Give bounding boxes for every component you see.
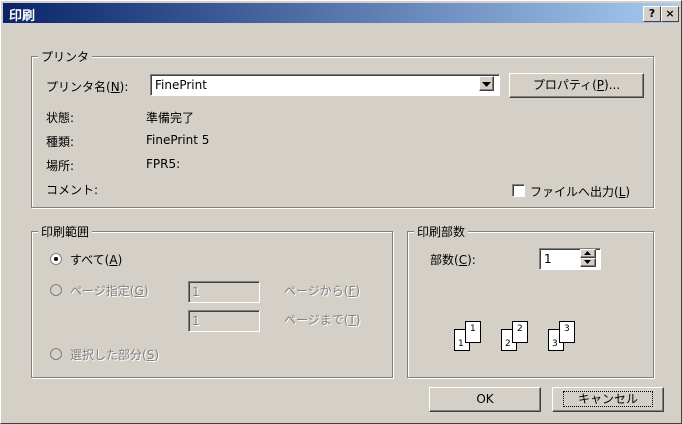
- collate-illustration: 1 1 2 2 3 3: [454, 317, 624, 357]
- spinner-up-button[interactable]: [580, 249, 596, 258]
- collate-page: 2: [512, 321, 528, 343]
- radio-selected-dot: [54, 257, 58, 261]
- collate-page: 1: [465, 321, 481, 343]
- ok-button[interactable]: OK: [429, 387, 541, 412]
- cancel-button[interactable]: キャンセル: [552, 387, 664, 412]
- copies-count-spinner[interactable]: 1: [539, 248, 601, 270]
- cancel-button-label: キャンセル: [562, 391, 653, 407]
- location-label: 場所:: [46, 159, 75, 173]
- properties-button[interactable]: プロパティ(P)...: [509, 73, 644, 98]
- printer-name-value: FinePrint: [155, 78, 207, 92]
- from-page-label: ページから(F): [284, 284, 361, 298]
- type-value: FinePrint 5: [146, 133, 210, 147]
- printer-name-select[interactable]: FinePrint: [150, 74, 500, 96]
- type-label: 種類:: [46, 135, 75, 149]
- printer-dropdown-button[interactable]: [479, 76, 494, 91]
- arrow-down-icon: [584, 260, 591, 264]
- location-value: FPR5:: [146, 157, 181, 171]
- to-page-label: ページまで(T): [284, 313, 361, 327]
- help-button[interactable]: ?: [643, 6, 661, 22]
- range-all-radio[interactable]: [50, 253, 62, 265]
- print-to-file-label[interactable]: ファイルへ出力(L): [530, 183, 630, 200]
- copies-group: 印刷部数 部数(C): 1 1 1 2 2 3 3: [407, 223, 654, 378]
- window-title: 印刷: [9, 9, 36, 24]
- to-page-value: 1: [192, 314, 200, 328]
- range-selection-radio[interactable]: [50, 348, 62, 360]
- copies-count-value: 1: [544, 252, 552, 266]
- copies-count-label: 部数(C):: [430, 253, 476, 267]
- range-all-label[interactable]: すべて(A): [70, 251, 122, 268]
- spinner-down-button[interactable]: [580, 258, 596, 267]
- from-page-value: 1: [192, 285, 200, 299]
- to-page-input[interactable]: 1: [188, 310, 260, 332]
- chevron-down-icon: [482, 82, 491, 87]
- range-selection-label[interactable]: 選択した部分(S): [70, 346, 159, 363]
- print-range-group: 印刷範囲 すべて(A) ページ指定(G) 1 ページから(F) 1 ページまで(…: [31, 223, 393, 378]
- close-button[interactable]: ×: [661, 6, 679, 22]
- print-range-group-label: 印刷範囲: [38, 223, 93, 240]
- from-page-input[interactable]: 1: [188, 281, 260, 303]
- comment-label: コメント:: [46, 183, 99, 197]
- collate-page: 3: [559, 321, 575, 343]
- print-to-file-checkbox[interactable]: [512, 184, 525, 197]
- range-pages-label[interactable]: ページ指定(G): [70, 282, 148, 299]
- range-pages-radio[interactable]: [50, 284, 62, 296]
- copies-group-label: 印刷部数: [414, 223, 469, 240]
- printer-name-label: プリンタ名(N):: [46, 80, 129, 94]
- status-value: 準備完了: [146, 111, 195, 125]
- status-label: 状態:: [46, 111, 75, 125]
- title-bar[interactable]: 印刷 ? ×: [3, 3, 679, 24]
- printer-group: プリンタ プリンタ名(N): FinePrint プロパティ(P)... 状態:…: [31, 48, 654, 208]
- printer-group-label: プリンタ: [38, 48, 93, 65]
- arrow-up-icon: [584, 251, 591, 255]
- print-dialog: 印刷 ? × プリンタ プリンタ名(N): FinePrint プロパティ(P)…: [0, 0, 682, 424]
